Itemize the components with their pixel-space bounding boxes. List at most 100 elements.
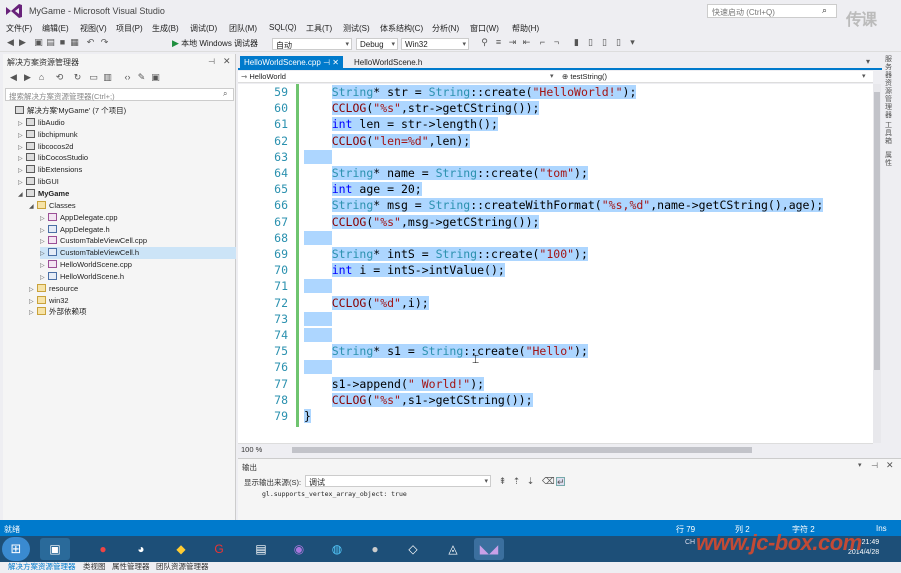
- comment-icon[interactable]: ⌐: [538, 38, 547, 47]
- bookmark-icon[interactable]: ▮: [572, 38, 581, 47]
- tree-item[interactable]: ▷ CustomTableViewCell.h: [40, 247, 236, 260]
- forward-icon[interactable]: ▶: [18, 38, 27, 47]
- refresh-icon[interactable]: ↻: [73, 73, 82, 82]
- bottom-tab-1[interactable]: 类视图: [83, 561, 106, 572]
- word-wrap-icon[interactable]: ↵: [556, 477, 565, 487]
- zoom-level-select[interactable]: 100 %: [241, 445, 262, 454]
- pin-icon[interactable]: ⊣: [323, 58, 330, 67]
- start-button[interactable]: ⊞: [2, 537, 30, 561]
- toolbar-options-icon[interactable]: ▾: [628, 38, 637, 47]
- code-line[interactable]: [304, 327, 332, 343]
- menu-item-13[interactable]: 帮助(H): [512, 23, 539, 34]
- recorder-taskbar-icon[interactable]: ●: [360, 538, 390, 560]
- solution-search-input[interactable]: 搜索解决方案资源管理器(Ctrl+;): [5, 88, 234, 101]
- next-bookmark-icon[interactable]: ▯: [600, 38, 609, 47]
- tab-helloworldscene-h[interactable]: HelloWorldScene.h: [350, 56, 426, 70]
- quick-launch-input[interactable]: 快速启动 (Ctrl+Q): [707, 4, 837, 18]
- bottom-tab-2[interactable]: 属性管理器: [112, 561, 150, 572]
- menu-item-0[interactable]: 文件(F): [6, 23, 32, 34]
- app-taskbar-icon[interactable]: G: [204, 538, 234, 560]
- outdent-icon[interactable]: ⇤: [522, 38, 531, 47]
- game-taskbar-icon[interactable]: ◆: [166, 538, 196, 560]
- code-editor[interactable]: 59 String* str = String::create("HelloWo…: [238, 84, 873, 443]
- tree-item[interactable]: ▷ resource: [29, 283, 236, 295]
- editor-vertical-scroll-thumb[interactable]: [874, 92, 880, 370]
- rail-server-explorer[interactable]: 服务器资源管理器: [885, 56, 893, 120]
- show-all-files-icon[interactable]: ▥: [103, 73, 112, 82]
- code-line[interactable]: [304, 359, 332, 375]
- rail-toolbox[interactable]: 工具箱: [885, 122, 893, 146]
- menu-item-6[interactable]: 团队(M): [229, 23, 257, 34]
- tree-item[interactable]: 解决方案'MyGame' (7 个项目): [7, 105, 236, 117]
- code-line[interactable]: String* intS = String::create("100");: [304, 246, 588, 262]
- indent-icon[interactable]: ⇥: [508, 38, 517, 47]
- prev-bookmark-icon[interactable]: ▯: [586, 38, 595, 47]
- clear-all-icon[interactable]: ⌫: [542, 477, 555, 486]
- menu-item-9[interactable]: 测试(S): [343, 23, 370, 34]
- code-line[interactable]: CCLOG("%s",str->getCString());: [304, 100, 540, 116]
- tree-item[interactable]: ▷ libCocosStudio: [18, 152, 236, 164]
- back-icon[interactable]: ◀: [6, 38, 15, 47]
- code-line[interactable]: String* s1 = String::create("Hello");: [304, 343, 588, 359]
- menu-item-8[interactable]: 工具(T): [306, 23, 332, 34]
- tree-item[interactable]: ▷ win32: [29, 295, 236, 307]
- configuration-select[interactable]: Debug: [356, 38, 398, 50]
- expanded-arrow-icon[interactable]: ◢: [18, 189, 26, 201]
- tree-item[interactable]: ▷ libGUI: [18, 176, 236, 188]
- tree-item[interactable]: ▷ HelloWorldScene.h: [40, 271, 236, 283]
- clear-bookmarks-icon[interactable]: ▯: [614, 38, 623, 47]
- prev-message-icon[interactable]: ⇡: [512, 477, 521, 486]
- code-line[interactable]: s1->append(" World!");: [304, 376, 485, 392]
- menu-item-1[interactable]: 编辑(E): [42, 23, 69, 34]
- explorer-taskbar-icon[interactable]: ▣: [40, 538, 70, 560]
- uncomment-icon[interactable]: ¬: [552, 38, 561, 47]
- code-line[interactable]: [304, 149, 332, 165]
- bottom-tab-3[interactable]: 团队资源管理器: [156, 561, 209, 572]
- menu-item-7[interactable]: SQL(Q): [269, 23, 297, 32]
- menu-item-10[interactable]: 体系结构(C): [380, 23, 423, 34]
- tree-item[interactable]: ▷ libcocos2d: [18, 141, 236, 153]
- tree-item[interactable]: ◢ Classes: [29, 200, 236, 212]
- back-icon[interactable]: ◀: [9, 73, 18, 82]
- code-line[interactable]: int age = 20;: [304, 181, 422, 197]
- expanded-arrow-icon[interactable]: ◢: [29, 201, 37, 213]
- redo-icon[interactable]: ↷: [100, 38, 109, 47]
- search-icon[interactable]: ⌕: [223, 89, 227, 99]
- forward-icon[interactable]: ▶: [23, 73, 32, 82]
- tree-item[interactable]: ▷ CustomTableViewCell.cpp: [40, 235, 236, 247]
- tree-item[interactable]: ▷ libExtensions: [18, 164, 236, 176]
- media-taskbar-icon[interactable]: ◉: [284, 538, 314, 560]
- platform-select[interactable]: Win32: [401, 38, 469, 50]
- properties-icon[interactable]: ✎: [137, 73, 146, 82]
- output-source-select[interactable]: 调试: [305, 475, 491, 487]
- code-line[interactable]: [304, 230, 332, 246]
- ime-indicator[interactable]: CH: [685, 539, 695, 546]
- member-dropdown[interactable]: ⊕ testString(): [562, 72, 607, 81]
- chevron-down-icon[interactable]: ▾: [550, 72, 554, 80]
- pin-icon[interactable]: ⊣: [208, 57, 215, 66]
- chrome-taskbar-icon[interactable]: ●: [88, 538, 118, 560]
- close-icon[interactable]: ✕: [886, 460, 894, 471]
- editor-horizontal-scroll-thumb[interactable]: [292, 447, 752, 453]
- code-line[interactable]: CCLOG("len=%d",len);: [304, 133, 471, 149]
- pin-icon[interactable]: ⊣: [871, 461, 878, 470]
- save-icon[interactable]: ■: [58, 38, 67, 47]
- code-line[interactable]: CCLOG("%d",i);: [304, 295, 429, 311]
- editor-horizontal-scrollbar[interactable]: 100 %: [238, 443, 873, 455]
- visual-studio-taskbar-icon[interactable]: ◣◢: [474, 538, 504, 560]
- new-project-icon[interactable]: ▣: [34, 38, 43, 47]
- sync-icon[interactable]: ⟲: [55, 73, 64, 82]
- browser-taskbar-icon[interactable]: ◍: [322, 538, 352, 560]
- debug-mode-select[interactable]: 自动: [272, 38, 352, 50]
- unity-taskbar-icon[interactable]: ◬: [438, 538, 468, 560]
- find-message-icon[interactable]: ⇞: [498, 477, 507, 486]
- menu-item-12[interactable]: 窗口(W): [470, 23, 499, 34]
- code-line[interactable]: int i = intS->intValue();: [304, 262, 505, 278]
- open-icon[interactable]: ▤: [46, 38, 55, 47]
- undo-icon[interactable]: ↶: [86, 38, 95, 47]
- tree-item[interactable]: ▷ libAudio: [18, 117, 236, 129]
- save-all-icon[interactable]: ▦: [70, 38, 79, 47]
- code-line[interactable]: String* str = String::create("HelloWorld…: [304, 84, 637, 100]
- tree-item[interactable]: ▷ 外部依赖项: [29, 306, 236, 318]
- code-line[interactable]: String* msg = String::createWithFormat("…: [304, 197, 824, 213]
